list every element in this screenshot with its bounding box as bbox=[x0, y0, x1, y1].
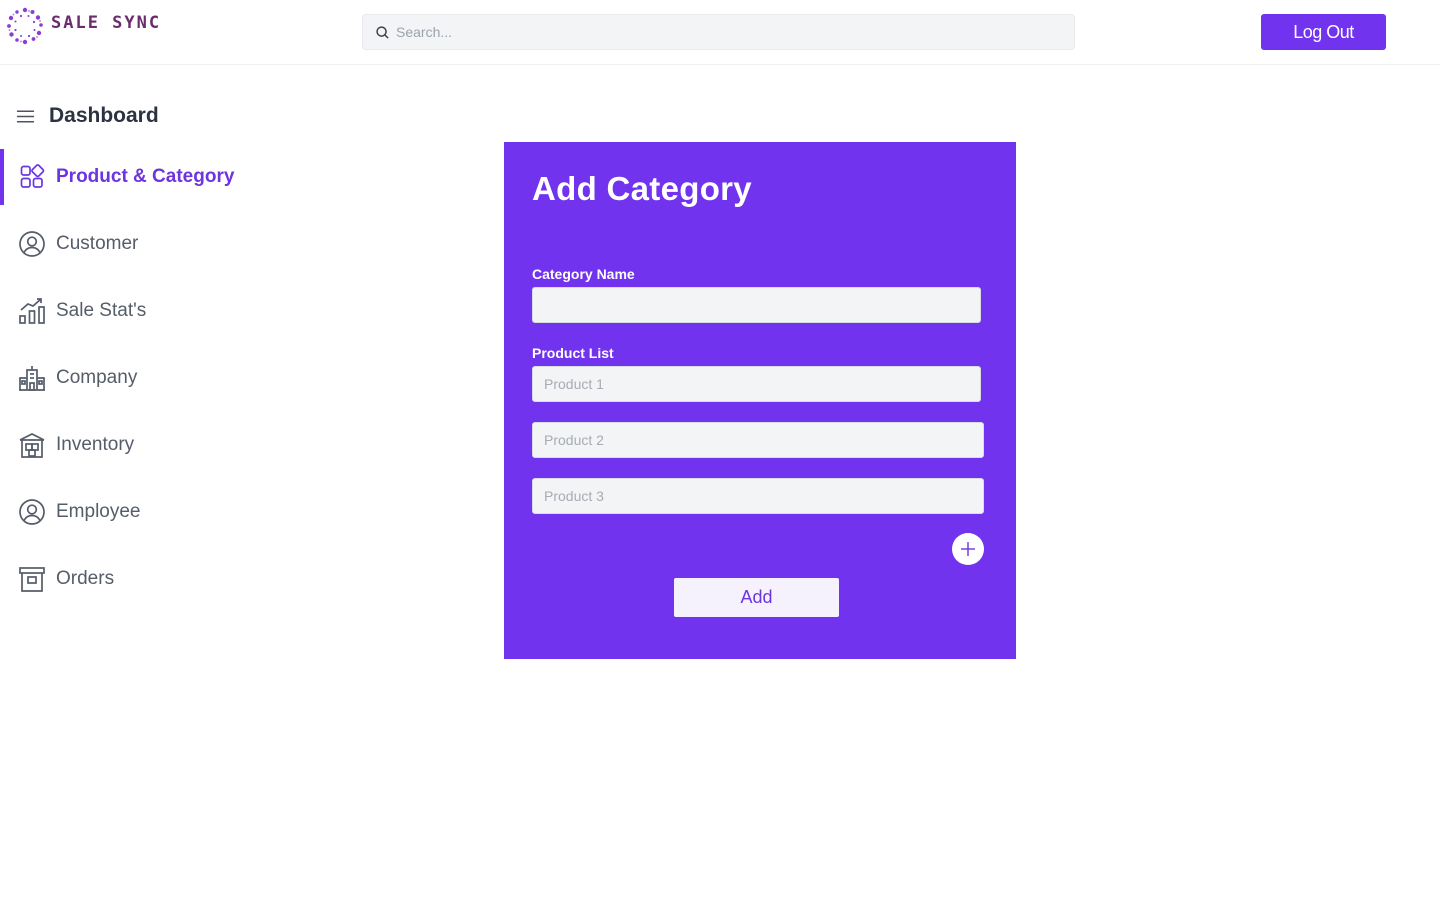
sidebar-item-company[interactable]: Company bbox=[0, 350, 300, 406]
grid-shapes-icon bbox=[20, 164, 45, 188]
product-input-3[interactable] bbox=[532, 478, 984, 514]
card-title: Add Category bbox=[532, 170, 752, 207]
user-circle-icon bbox=[19, 231, 45, 257]
sidebar-item-label: Company bbox=[56, 367, 138, 388]
product-list-label: Product List bbox=[532, 345, 614, 361]
sidebar-item-sale-stats[interactable]: Sale Stat's bbox=[0, 283, 300, 339]
sidebar-item-employee[interactable]: Employee bbox=[0, 484, 300, 540]
brand-name: SALE SYNC bbox=[51, 13, 162, 33]
sidebar-item-label: Sale Stat's bbox=[56, 300, 147, 321]
logo-dots-icon bbox=[7, 7, 43, 45]
sidebar-item-label: Employee bbox=[56, 501, 141, 522]
sidebar-item-label: Customer bbox=[56, 233, 139, 254]
logout-button[interactable]: Log Out bbox=[1261, 14, 1386, 50]
sidebar-title: Dashboard bbox=[49, 104, 159, 127]
sidebar-header: Dashboard bbox=[16, 100, 159, 132]
sidebar-item-orders[interactable]: Orders bbox=[0, 551, 300, 607]
add-product-button[interactable] bbox=[952, 533, 984, 565]
hamburger-menu-icon[interactable] bbox=[16, 107, 35, 126]
sidebar-item-label: Orders bbox=[56, 568, 115, 589]
sidebar-item-inventory[interactable]: Inventory bbox=[0, 417, 300, 473]
top-header: SALE SYNC Log Out bbox=[0, 0, 1440, 65]
warehouse-icon bbox=[19, 433, 45, 458]
sidebar-item-product-category[interactable]: Product & Category bbox=[0, 149, 300, 205]
bar-chart-trend-icon bbox=[19, 298, 45, 324]
sidebar-item-customer[interactable]: Customer bbox=[0, 216, 300, 272]
search-input[interactable] bbox=[396, 24, 1036, 40]
plus-icon bbox=[961, 542, 975, 556]
sidebar-item-label: Inventory bbox=[56, 434, 135, 455]
sidebar-nav: Product & Category Customer Sale Stat's … bbox=[0, 149, 300, 618]
add-category-card: Add Category Category Name Product List … bbox=[504, 142, 1016, 659]
archive-box-icon bbox=[19, 567, 45, 592]
search-bar[interactable] bbox=[362, 14, 1075, 50]
buildings-icon bbox=[19, 366, 45, 391]
category-name-input[interactable] bbox=[532, 287, 981, 323]
product-input-2[interactable] bbox=[532, 422, 984, 458]
product-input-1[interactable] bbox=[532, 366, 981, 402]
brand-logo[interactable]: SALE SYNC bbox=[6, 7, 161, 45]
add-category-submit-button[interactable]: Add bbox=[674, 578, 839, 617]
sidebar-item-label: Product & Category bbox=[56, 166, 235, 187]
search-icon bbox=[376, 25, 389, 39]
category-name-label: Category Name bbox=[532, 266, 635, 282]
user-circle-icon bbox=[19, 499, 45, 525]
